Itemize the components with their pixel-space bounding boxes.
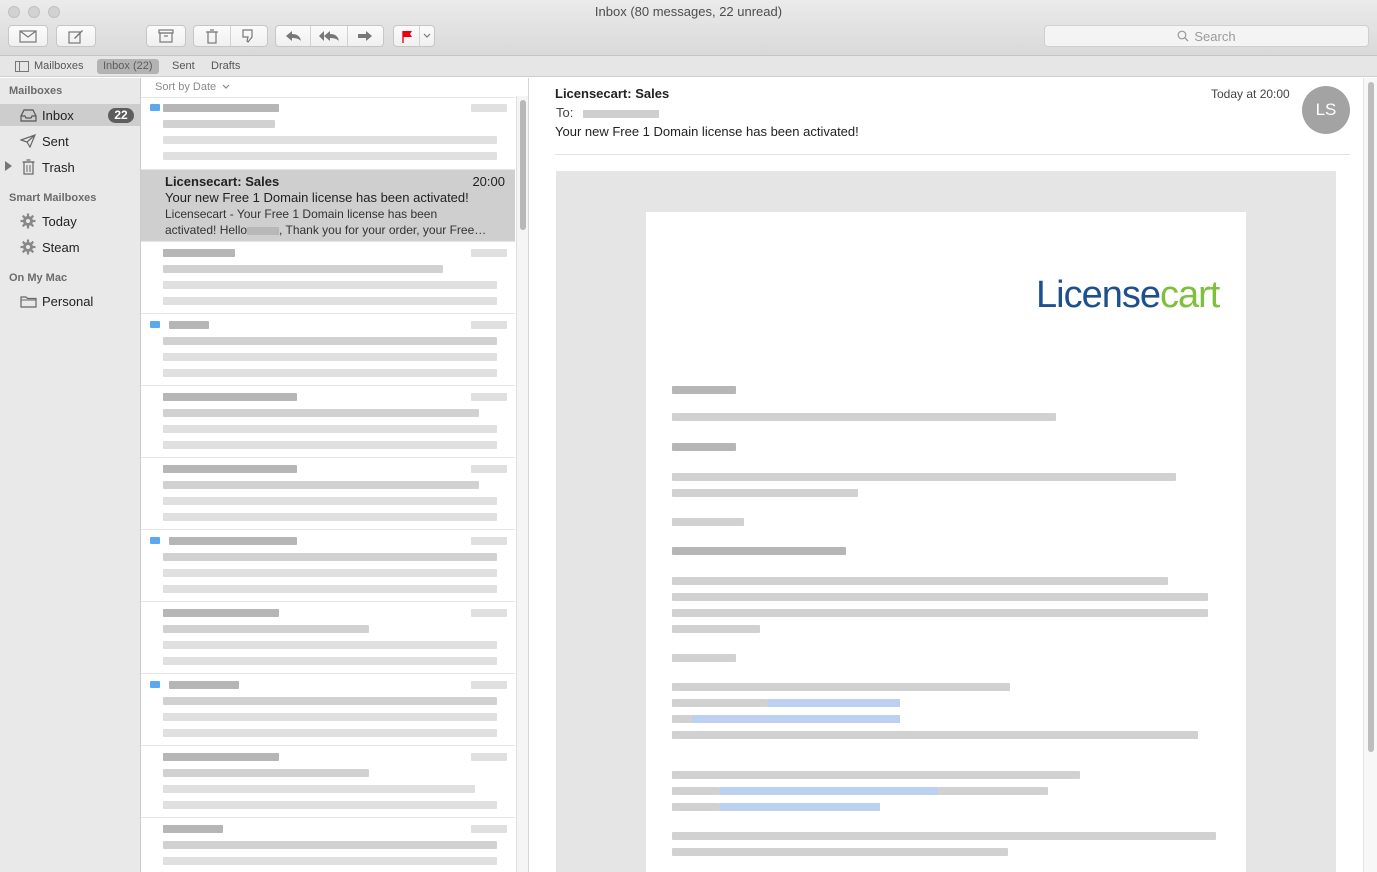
- sidebar-item-label: Trash: [42, 159, 75, 175]
- archive-button[interactable]: [146, 25, 186, 47]
- trash-icon: [19, 159, 37, 175]
- list-item[interactable]: [141, 818, 515, 872]
- trash-icon: [205, 28, 218, 44]
- folder-icon: [19, 293, 37, 309]
- envelope-icon: [19, 29, 37, 43]
- section-header-mailboxes: Mailboxes: [9, 85, 63, 97]
- unread-count-badge: 22: [108, 108, 134, 123]
- list-item[interactable]: [141, 530, 515, 602]
- message-viewer-scrollbar[interactable]: [1363, 78, 1377, 872]
- section-header-on-my-mac: On My Mac: [9, 272, 68, 284]
- message-viewer: Licensecart: Sales To: Your new Free 1 D…: [530, 78, 1377, 872]
- archive-icon: [158, 29, 174, 43]
- flag-button[interactable]: [394, 26, 421, 46]
- flag-group: [393, 25, 435, 47]
- forward-arrow-icon: [358, 31, 373, 41]
- message-body: Licensecart: [646, 212, 1246, 872]
- scrollbar-thumb[interactable]: [1368, 82, 1374, 752]
- inbox-tray-icon: [19, 107, 37, 123]
- list-item[interactable]: [141, 242, 515, 314]
- list-item[interactable]: [141, 98, 515, 170]
- sidebar-item-label: Personal: [42, 293, 94, 309]
- sidebar-item-label: Inbox: [42, 107, 74, 123]
- delete-button[interactable]: [194, 26, 231, 46]
- list-item-selected[interactable]: Licensecart: Sales 20:00 Your new Free 1…: [141, 170, 515, 242]
- list-item[interactable]: [141, 602, 515, 674]
- sidebar-item-trash[interactable]: Trash: [0, 156, 140, 178]
- unread-indicator: [150, 104, 160, 111]
- message-date: Today at 20:00: [1211, 87, 1290, 101]
- compose-button[interactable]: [56, 25, 96, 47]
- message-recipient: To:: [556, 105, 659, 120]
- red-flag-icon: [401, 30, 412, 43]
- favorite-inbox[interactable]: Inbox (22): [97, 59, 159, 74]
- message-subject: Your new Free 1 Domain license has been …: [555, 124, 859, 139]
- sidebar-item-sent[interactable]: Sent: [0, 130, 140, 152]
- redacted-recipient: [582, 109, 659, 118]
- flag-menu-button[interactable]: [420, 26, 434, 46]
- sidebar-item-steam[interactable]: Steam: [0, 236, 140, 258]
- gear-icon: [19, 239, 37, 255]
- message-sender: Licensecart: Sales: [555, 86, 670, 101]
- sort-label: Sort by Date: [155, 81, 217, 93]
- redacted-name: [247, 226, 280, 235]
- favorites-bar: Mailboxes Inbox (22) Sent Drafts: [0, 56, 1377, 77]
- mailbox-sidebar: Mailboxes Inbox 22 Sent Trash Smart Mail…: [0, 78, 141, 872]
- sidebar-toggle-icon: [15, 61, 29, 72]
- compose-icon: [68, 29, 83, 44]
- paper-plane-icon: [19, 133, 37, 149]
- section-header-smart-mailboxes: Smart Mailboxes: [9, 192, 97, 204]
- list-item[interactable]: [141, 458, 515, 530]
- sidebar-item-label: Today: [42, 213, 77, 229]
- list-item[interactable]: [141, 746, 515, 818]
- message-preview: Licensecart - Your Free 1 Domain license…: [165, 207, 487, 237]
- sidebar-item-label: Sent: [42, 133, 69, 149]
- sidebar-item-inbox[interactable]: Inbox 22: [0, 104, 140, 126]
- licensecart-logo: Licensecart: [1036, 274, 1220, 316]
- sort-menu[interactable]: Sort by Date: [141, 78, 515, 98]
- reply-icon: [285, 31, 301, 41]
- list-item[interactable]: [141, 314, 515, 386]
- list-item[interactable]: [141, 674, 515, 746]
- reply-all-icon: [319, 31, 339, 41]
- reply-all-button[interactable]: [311, 26, 348, 46]
- chevron-down-icon: [423, 33, 431, 38]
- junk-button[interactable]: [231, 26, 268, 46]
- chevron-down-icon: [222, 84, 230, 89]
- list-item[interactable]: [141, 386, 515, 458]
- favorite-sent[interactable]: Sent: [166, 59, 201, 74]
- reply-group: [275, 25, 384, 47]
- sidebar-item-today[interactable]: Today: [0, 210, 140, 232]
- scrollbar-thumb[interactable]: [520, 100, 526, 230]
- favorite-mailboxes[interactable]: Mailboxes: [9, 59, 90, 74]
- message-list: Sort by Date Licensecart: Sales 20:00 Yo…: [141, 78, 529, 872]
- thumbs-down-icon: [242, 29, 253, 43]
- delete-junk-group: [193, 25, 268, 47]
- received-time: 20:00: [472, 174, 505, 189]
- search-icon: [1177, 30, 1189, 42]
- reply-button[interactable]: [276, 26, 312, 46]
- get-mail-button[interactable]: [8, 25, 48, 47]
- mail-window: Inbox (80 messages, 22 unread) Search Ma…: [0, 0, 1377, 872]
- sender-avatar: LS: [1302, 86, 1350, 134]
- search-field[interactable]: Search: [1044, 25, 1369, 47]
- disclosure-triangle-icon[interactable]: [5, 161, 12, 171]
- forward-button[interactable]: [348, 26, 383, 46]
- header-divider: [555, 154, 1350, 155]
- sender-name: Licensecart: Sales: [165, 174, 280, 189]
- gear-icon: [19, 213, 37, 229]
- window-title: Inbox (80 messages, 22 unread): [594, 4, 783, 19]
- favorite-drafts[interactable]: Drafts: [205, 59, 246, 74]
- search-placeholder: Search: [1194, 28, 1236, 44]
- toolbar: Inbox (80 messages, 22 unread) Search: [0, 0, 1377, 56]
- sidebar-item-personal[interactable]: Personal: [0, 290, 140, 312]
- message-subject: Your new Free 1 Domain license has been …: [165, 190, 469, 205]
- message-list-scrollbar[interactable]: [516, 96, 528, 872]
- sidebar-item-label: Steam: [42, 239, 80, 255]
